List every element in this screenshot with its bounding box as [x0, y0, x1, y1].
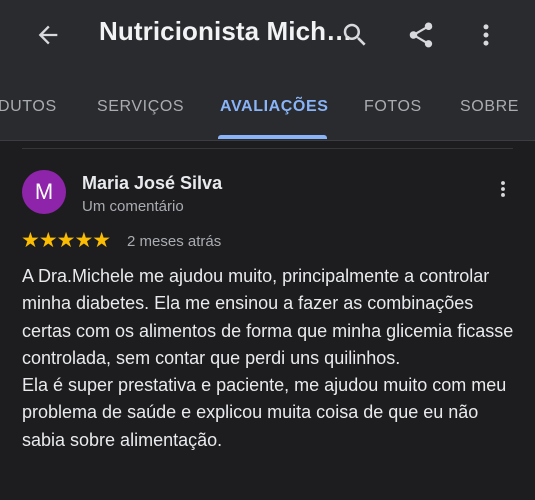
avatar[interactable]: M	[22, 170, 66, 214]
reviewer-review-count: Um comentário	[82, 198, 184, 215]
review-more-icon[interactable]	[492, 176, 514, 202]
tab-servicos[interactable]: SERVIÇOS	[97, 98, 184, 116]
active-tab-indicator	[218, 135, 327, 139]
share-icon[interactable]	[406, 20, 436, 50]
search-icon[interactable]	[340, 20, 370, 50]
divider	[22, 148, 513, 149]
review-paragraph: Ela é super prestativa e paciente, me aj…	[22, 375, 507, 450]
tab-fotos[interactable]: FOTOS	[364, 98, 422, 116]
reviewer-name[interactable]: Maria José Silva	[82, 173, 222, 194]
avatar-letter: M	[34, 179, 54, 204]
star-rating: ★★★★★	[21, 229, 111, 252]
tab-bar: DUTOS SERVIÇOS AVALIAÇÕES FOTOS SOBRE	[0, 70, 535, 141]
review-paragraph: A Dra.Michele me ajudou muito, principal…	[22, 266, 514, 368]
review-text: A Dra.Michele me ajudou muito, principal…	[22, 263, 522, 454]
tab-avaliacoes[interactable]: AVALIAÇÕES	[220, 98, 329, 116]
review-time: 2 meses atrás	[127, 233, 222, 250]
more-vert-icon[interactable]	[471, 20, 501, 50]
back-arrow-icon[interactable]	[34, 21, 62, 49]
page-title: Nutricionista Mich…	[99, 16, 353, 46]
tab-sobre[interactable]: SOBRE	[460, 98, 519, 116]
app-bar: Nutricionista Mich…	[0, 0, 535, 70]
tab-produtos[interactable]: DUTOS	[0, 98, 57, 116]
